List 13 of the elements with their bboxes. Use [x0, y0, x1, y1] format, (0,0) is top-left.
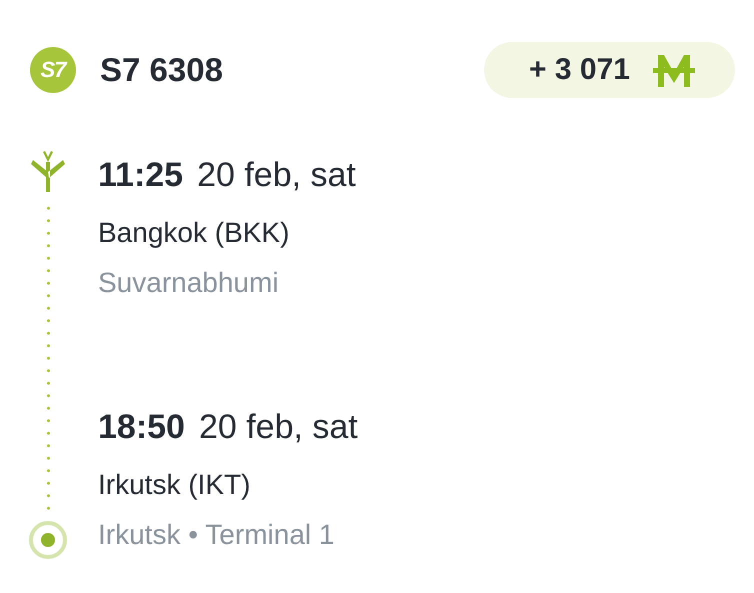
stop-date: 20 feb, sat [197, 155, 356, 196]
plane-icon [30, 150, 66, 192]
stop-airport: Irkutsk • Terminal 1 [98, 518, 336, 552]
flight-number: S7 6308 [100, 51, 223, 89]
airline-logo: S7 [30, 47, 76, 93]
stop-airport: Suvarnabhumi [98, 266, 280, 300]
stop-city: Irkutsk (IKT) [98, 468, 252, 502]
stop-date: 20 feb, sat [198, 407, 358, 448]
stop-city: Bangkok (BKK) [98, 216, 290, 250]
stop-time: 11:25 [98, 155, 184, 196]
target-icon [28, 520, 68, 560]
stop-time: 18:50 [98, 407, 185, 448]
miles-amount: + 3 071 [529, 53, 630, 87]
